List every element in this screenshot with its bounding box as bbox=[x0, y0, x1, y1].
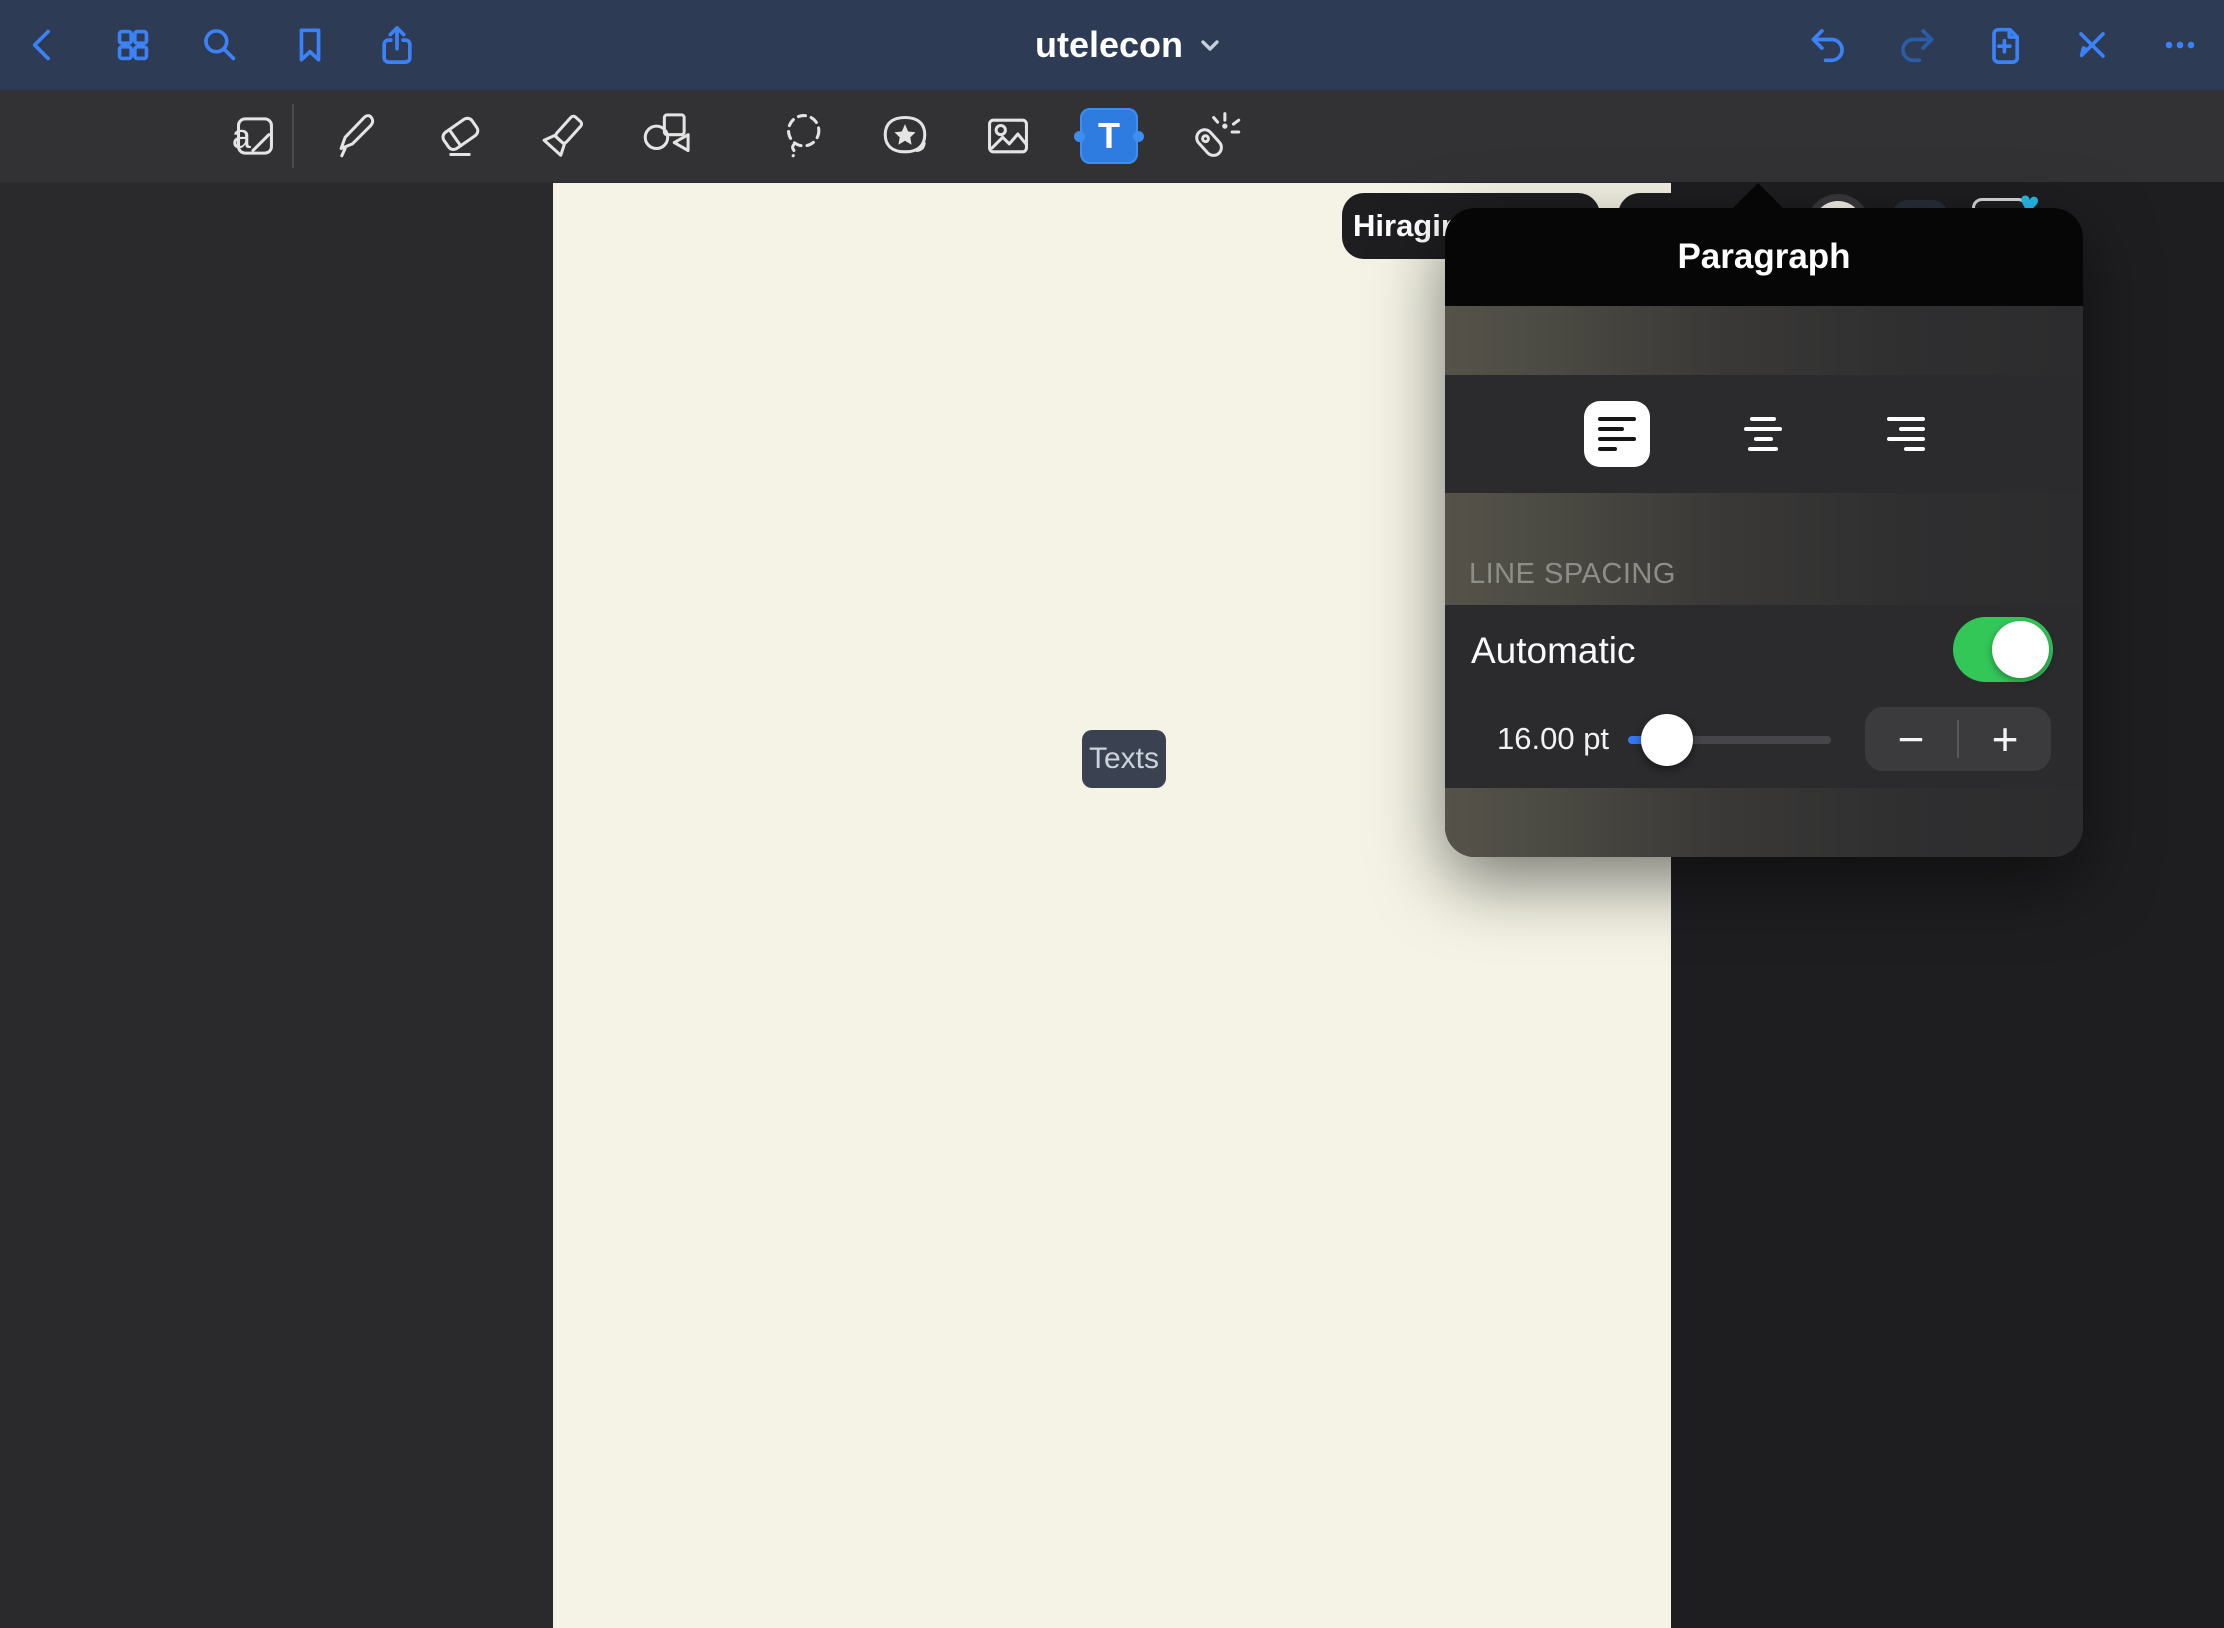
share-icon bbox=[375, 23, 419, 67]
eraser-tool-button[interactable] bbox=[430, 106, 490, 166]
line-spacing-section-band: LINE SPACING bbox=[1445, 493, 2083, 605]
lasso-tool-button[interactable] bbox=[775, 106, 835, 166]
text-tool-handle-left bbox=[1074, 131, 1085, 142]
line-spacing-section-header: LINE SPACING bbox=[1469, 558, 1676, 591]
stylus-toggle-button[interactable] bbox=[2070, 23, 2114, 67]
automatic-label: Automatic bbox=[1471, 630, 1636, 672]
text-tool-handle-right bbox=[1133, 131, 1144, 142]
automatic-line-spacing-toggle[interactable] bbox=[1953, 617, 2053, 682]
document-title: utelecon bbox=[1035, 24, 1183, 66]
share-button[interactable] bbox=[375, 23, 419, 67]
lasso-icon bbox=[776, 107, 834, 165]
undo-button[interactable] bbox=[1806, 23, 1850, 67]
align-right-button[interactable] bbox=[1873, 401, 1939, 467]
text-tool-icon: T bbox=[1098, 115, 1120, 157]
redo-icon bbox=[1895, 23, 1939, 67]
shapes-icon bbox=[638, 107, 696, 165]
decrease-spacing-button[interactable]: − bbox=[1865, 707, 1957, 771]
undo-icon bbox=[1806, 23, 1850, 67]
shapes-tool-button[interactable] bbox=[637, 106, 697, 166]
popover-header: Paragraph bbox=[1445, 208, 2083, 306]
spacing-stepper: − + bbox=[1865, 707, 2051, 771]
svg-text:a: a bbox=[232, 118, 252, 156]
back-chevron-icon bbox=[20, 23, 64, 67]
document-title-button[interactable]: utelecon bbox=[964, 0, 1294, 90]
popover-band-bottom bbox=[1445, 788, 2083, 857]
redo-button[interactable] bbox=[1895, 23, 1939, 67]
bookmark-icon bbox=[288, 23, 332, 67]
highlighter-tool-button[interactable] bbox=[533, 106, 593, 166]
text-object-label: Texts bbox=[1089, 742, 1159, 776]
align-center-button[interactable] bbox=[1730, 401, 1796, 467]
chevron-down-icon bbox=[1197, 32, 1223, 58]
laser-pointer-icon bbox=[1184, 107, 1242, 165]
page-grid-icon bbox=[111, 23, 155, 67]
add-page-icon bbox=[1983, 23, 2027, 67]
pen-icon bbox=[326, 107, 384, 165]
alignment-row bbox=[1445, 375, 2083, 493]
toolbar-divider bbox=[292, 104, 294, 168]
eraser-icon bbox=[431, 107, 489, 165]
align-center-icon bbox=[1744, 417, 1782, 451]
paragraph-popover: Paragraph bbox=[1445, 208, 2083, 857]
pen-tool-button[interactable] bbox=[325, 106, 385, 166]
stylus-disabled-icon bbox=[2070, 23, 2114, 67]
spacing-value: 16.00 pt bbox=[1497, 721, 1609, 757]
search-button[interactable] bbox=[198, 23, 242, 67]
automatic-row: Automatic bbox=[1445, 605, 2083, 697]
spacing-slider-thumb[interactable] bbox=[1641, 714, 1693, 766]
search-icon bbox=[198, 23, 242, 67]
edit-mode-icon: a bbox=[224, 107, 282, 165]
edit-mode-button[interactable]: a bbox=[223, 106, 283, 166]
image-tool-button[interactable] bbox=[978, 106, 1038, 166]
add-page-button[interactable] bbox=[1983, 23, 2027, 67]
popover-arrow bbox=[1732, 183, 1784, 209]
align-left-icon bbox=[1598, 417, 1636, 451]
text-tool-button[interactable]: T bbox=[1080, 108, 1138, 164]
laser-pointer-button[interactable] bbox=[1183, 106, 1243, 166]
image-icon bbox=[979, 107, 1037, 165]
align-right-icon bbox=[1887, 417, 1925, 451]
top-navigation-bar: utelecon bbox=[0, 0, 2224, 90]
toggle-knob bbox=[1992, 621, 2049, 678]
elements-icon bbox=[876, 107, 934, 165]
bookmark-button[interactable] bbox=[288, 23, 332, 67]
more-menu-button[interactable] bbox=[2158, 23, 2202, 67]
increase-spacing-button[interactable]: + bbox=[1959, 707, 2051, 771]
spacing-slider-row: 16.00 pt − + bbox=[1445, 697, 2083, 788]
elements-tool-button[interactable] bbox=[875, 106, 935, 166]
more-ellipsis-icon bbox=[2158, 23, 2202, 67]
back-button[interactable] bbox=[20, 23, 64, 67]
popover-title: Paragraph bbox=[1677, 237, 1850, 277]
text-object[interactable]: Texts bbox=[1082, 730, 1166, 788]
thumbnails-button[interactable] bbox=[111, 23, 155, 67]
popover-band-top bbox=[1445, 306, 2083, 375]
tools-toolbar: a bbox=[0, 90, 2224, 182]
align-left-button[interactable] bbox=[1584, 401, 1650, 467]
highlighter-icon bbox=[534, 107, 592, 165]
